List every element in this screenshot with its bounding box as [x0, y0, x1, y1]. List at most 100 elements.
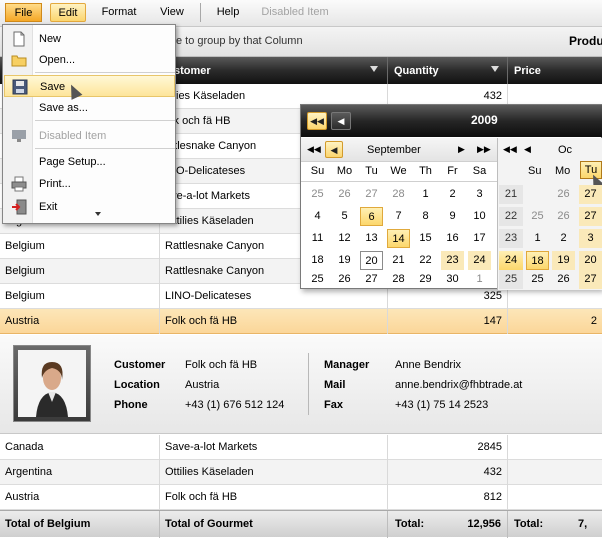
calendar-day[interactable]: 11	[306, 229, 329, 248]
calendar-day[interactable]: 9	[441, 207, 464, 226]
cell-country: Belgium	[0, 259, 160, 284]
dow-label: Mo	[555, 165, 571, 177]
next-year-mini-icon[interactable]: ▶▶	[477, 144, 491, 155]
calendar-day[interactable]: 3	[579, 229, 602, 248]
calendar-day-highlighted[interactable]: 14	[387, 229, 410, 248]
calendar-day-highlighted[interactable]: 6	[360, 207, 383, 226]
calendar-day[interactable]: 27	[360, 185, 383, 204]
column-header-customer[interactable]: stomer	[160, 57, 388, 84]
dow-label: Fr	[447, 165, 458, 177]
dow-label: Su	[310, 165, 325, 177]
calendar-day[interactable]: 16	[441, 229, 464, 248]
menu-view[interactable]: View	[152, 3, 192, 22]
column-header-quantity[interactable]: Quantity	[388, 57, 508, 84]
detail-location-label: Location	[114, 379, 160, 391]
calendar-day[interactable]: 19	[333, 251, 356, 270]
table-row[interactable]: Austria Folk och fä HB 812	[0, 485, 602, 510]
calendar-day[interactable]: 19	[552, 251, 575, 270]
menu-disabled-item: Disabled Item	[261, 6, 329, 18]
month-name-september: September	[367, 144, 421, 156]
calendar-day[interactable]: 26	[333, 185, 356, 204]
calendar-day[interactable]: 25	[306, 270, 329, 289]
calendar-day[interactable]: 20	[579, 251, 602, 270]
calendar-day[interactable]: 13	[360, 229, 383, 248]
calendar-day[interactable]: 27	[579, 207, 602, 226]
file-menu-page-setup-label: Page Setup...	[39, 156, 106, 168]
footer-quantity-total: Total: 12,956	[388, 511, 508, 538]
calendar-day[interactable]: 1	[414, 185, 437, 204]
file-menu-print[interactable]: Print...	[4, 173, 175, 195]
filter-icon[interactable]	[491, 66, 499, 72]
calendar-day[interactable]: 17	[468, 229, 491, 248]
calendar-day[interactable]: 26	[552, 185, 575, 204]
calendar-day[interactable]: 3	[468, 185, 491, 204]
calendar-day[interactable]: 5	[333, 207, 356, 226]
prev-year-button[interactable]: ◀◀	[307, 112, 327, 130]
calendar-day[interactable]: 10	[468, 207, 491, 226]
file-menu-page-setup[interactable]: Page Setup...	[4, 151, 175, 173]
menu-file[interactable]: File	[5, 3, 42, 22]
calendar-day[interactable]: 1	[468, 270, 491, 289]
calendar-day[interactable]: 8	[414, 207, 437, 226]
calendar-day[interactable]: 28	[387, 185, 410, 204]
printer-icon	[11, 176, 27, 192]
calendar-day[interactable]: 25	[526, 270, 549, 289]
column-header-price[interactable]: Price	[508, 57, 602, 84]
table-row-selected[interactable]: Austria Folk och fä HB 147 2	[0, 309, 602, 334]
menu-separator	[35, 120, 175, 121]
calendar-day[interactable]: 1	[526, 229, 549, 248]
prev-year-mini-icon[interactable]: ◀◀	[503, 144, 517, 155]
calendar-day[interactable]: 4	[306, 207, 329, 226]
calendar-day[interactable]: 29	[414, 270, 437, 289]
column-header-price-label: Price	[514, 65, 541, 77]
cell-country: Canada	[0, 435, 160, 460]
calendar-day[interactable]: 2	[552, 229, 575, 248]
next-month-mini-icon[interactable]: ▶	[458, 144, 465, 155]
file-menu-exit[interactable]: Exit	[4, 196, 175, 218]
calendar-day[interactable]: 2	[441, 185, 464, 204]
calendar-day[interactable]: 15	[414, 229, 437, 248]
week-number[interactable]: 23	[499, 229, 523, 248]
calendar-day[interactable]: 23	[441, 251, 464, 270]
prev-year-mini-icon[interactable]: ◀◀	[307, 144, 321, 155]
file-menu-save-as[interactable]: Save as...	[4, 97, 175, 119]
menu-help[interactable]: Help	[208, 3, 248, 22]
calendar-day[interactable]: 25	[306, 185, 329, 204]
calendar-day[interactable]: 22	[414, 251, 437, 270]
prev-month-mini-button[interactable]: ◀	[325, 141, 343, 158]
table-row[interactable]: Argentina Ottilies Käseladen 432	[0, 460, 602, 485]
prev-month-button[interactable]: ◀	[331, 112, 351, 130]
file-menu-save[interactable]: Save	[4, 75, 175, 100]
calendar-day[interactable]: 27	[579, 185, 602, 204]
calendar-day[interactable]: 27	[360, 270, 383, 289]
week-number-highlighted[interactable]: 24	[499, 251, 523, 270]
filter-icon[interactable]	[370, 66, 378, 72]
calendar-day[interactable]: 26	[333, 270, 356, 289]
file-menu-open[interactable]: Open...	[4, 49, 175, 71]
calendar-day[interactable]: 30	[441, 270, 464, 289]
calendar-day-highlighted[interactable]: 18	[526, 251, 549, 270]
calendar-day[interactable]: 24	[468, 251, 491, 270]
table-row[interactable]: Canada Save-a-lot Markets 2845	[0, 435, 602, 460]
menu-format[interactable]: Format	[95, 3, 143, 22]
calendar-day[interactable]: 27	[579, 270, 602, 289]
calendar-day[interactable]: 21	[387, 251, 410, 270]
calendar-day-today[interactable]: 20	[360, 251, 383, 270]
week-number[interactable]: 21	[499, 185, 523, 204]
week-number[interactable]: 25	[499, 270, 523, 289]
calendar-day[interactable]: 25	[526, 207, 549, 226]
calendar-day[interactable]: 26	[552, 270, 575, 289]
footer-total-value2: 7,	[578, 518, 588, 530]
detail-manager-value: Anne Bendrix	[395, 359, 462, 371]
scroll-down-arrow-icon[interactable]	[95, 212, 101, 216]
week-number[interactable]: 22	[499, 207, 523, 226]
prev-month-mini-icon[interactable]: ◀	[524, 144, 531, 155]
calendar-day[interactable]: 28	[387, 270, 410, 289]
detail-mail-value: anne.bendrix@fhbtrade.at	[395, 379, 523, 391]
calendar-day[interactable]: 7	[387, 207, 410, 226]
calendar-day[interactable]: 26	[552, 207, 575, 226]
calendar-day[interactable]: 12	[333, 229, 356, 248]
menu-edit[interactable]: Edit	[50, 3, 86, 22]
file-menu-new[interactable]: New	[4, 28, 175, 50]
calendar-day[interactable]: 18	[306, 251, 329, 270]
